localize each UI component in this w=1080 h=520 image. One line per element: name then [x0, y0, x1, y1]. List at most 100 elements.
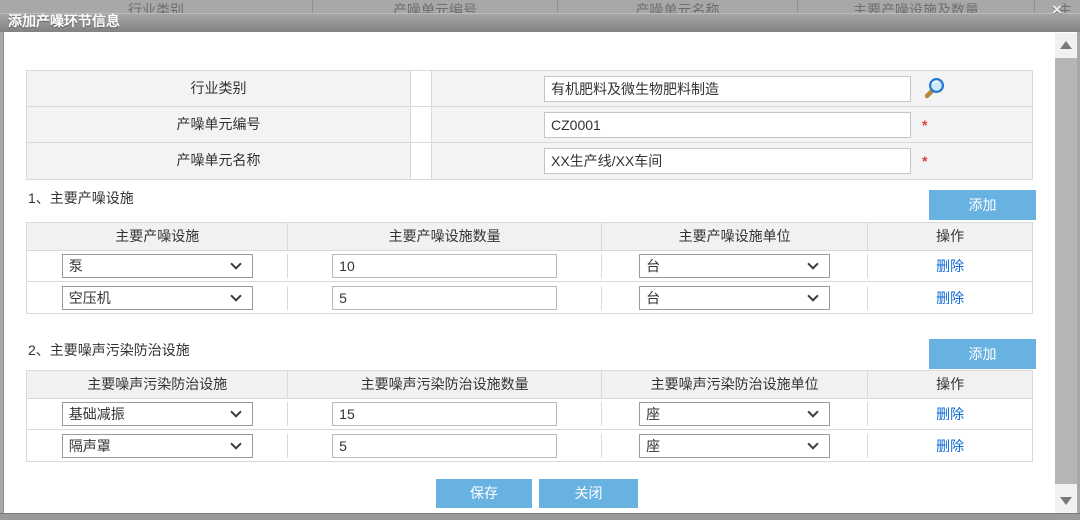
facility-select[interactable]: 泵 [62, 254, 253, 278]
delete-link[interactable]: 删除 [936, 436, 964, 456]
form-row-unit-name: 产噪单元名称 * [27, 143, 1032, 179]
facility-quantity-input[interactable] [332, 286, 557, 310]
facility-cell: 隔声罩 [27, 434, 288, 458]
action-cell: 删除 [868, 288, 1032, 308]
section2-title: 2、主要噪声污染防治设施 [28, 340, 190, 360]
background-column-header: 产噪单元编号 [313, 0, 558, 14]
form-value-cell: * [432, 143, 1032, 179]
control-quantity-input[interactable] [332, 402, 557, 426]
form-row-unit-code: 产噪单元编号 * [27, 107, 1032, 143]
facility-cell: 基础减振 [27, 402, 288, 426]
form-spacer [411, 107, 432, 142]
industry-category-input[interactable] [544, 76, 911, 102]
unit-select[interactable]: 台 [639, 254, 830, 278]
form-spacer [411, 143, 432, 179]
modal-titlebar: 添加产噪环节信息 [0, 13, 1080, 32]
control-facility-select-value: 隔声罩 [63, 436, 232, 456]
chevron-down-icon [230, 406, 241, 417]
unit-select[interactable]: 座 [639, 434, 830, 458]
modal-title: 添加产噪环节信息 [8, 11, 120, 31]
chevron-down-icon [807, 258, 818, 269]
action-cell: 删除 [868, 404, 1032, 424]
form-value-cell [432, 71, 1032, 106]
facility-select-value: 泵 [63, 256, 232, 276]
table-row: 隔声罩 座 删除 [27, 430, 1032, 461]
table-header-row: 主要噪声污染防治设施 主要噪声污染防治设施数量 主要噪声污染防治设施单位 操作 [27, 371, 1032, 399]
control-facility-select[interactable]: 隔声罩 [62, 434, 253, 458]
background-column-header: 产噪单元名称 [558, 0, 798, 14]
unit-cell: 座 [602, 434, 868, 458]
arrow-up-icon [1060, 41, 1072, 49]
unit-select-value: 台 [640, 256, 809, 276]
table-row: 空压机 台 删除 [27, 282, 1032, 313]
facility-select-value: 空压机 [63, 288, 232, 308]
table-row: 泵 台 删除 [27, 251, 1032, 282]
unit-select-value: 座 [640, 436, 809, 456]
column-header: 主要噪声污染防治设施 [27, 371, 288, 398]
section2-add-button[interactable]: 添加 [929, 339, 1036, 369]
quantity-cell [288, 434, 601, 458]
unit-select-value: 座 [640, 404, 809, 424]
delete-link[interactable]: 删除 [936, 256, 964, 276]
delete-link[interactable]: 删除 [936, 288, 964, 308]
required-asterisk: * [922, 153, 927, 169]
save-button[interactable]: 保存 [436, 479, 532, 508]
unit-cell: 台 [602, 254, 868, 278]
chevron-down-icon [807, 290, 818, 301]
column-header: 操作 [868, 371, 1032, 398]
unit-code-label: 产噪单元编号 [27, 107, 411, 142]
scroll-down-button[interactable] [1055, 489, 1077, 513]
background-table-header: 行业类别 产噪单元编号 产噪单元名称 主要产噪设施及数量 主 [0, 0, 1080, 14]
unit-select[interactable]: 座 [639, 402, 830, 426]
chevron-down-icon [807, 438, 818, 449]
delete-link[interactable]: 删除 [936, 404, 964, 424]
chevron-down-icon [230, 290, 241, 301]
background-column-header: 主要产噪设施及数量 [798, 0, 1035, 14]
unit-info-form: 行业类别 产噪单元编号 [26, 70, 1033, 180]
modal-bottom-edge [0, 513, 1080, 520]
noise-control-facility-table: 主要噪声污染防治设施 主要噪声污染防治设施数量 主要噪声污染防治设施单位 操作 … [26, 370, 1033, 462]
vertical-scrollbar[interactable] [1055, 33, 1077, 513]
scroll-up-button[interactable] [1055, 33, 1077, 57]
unit-name-label: 产噪单元名称 [27, 143, 411, 179]
facility-select[interactable]: 空压机 [62, 286, 253, 310]
column-header: 主要产噪设施单位 [602, 223, 868, 250]
arrow-down-icon [1060, 497, 1072, 505]
unit-select-value: 台 [640, 288, 809, 308]
unit-code-input[interactable] [544, 112, 911, 138]
form-spacer [411, 71, 432, 106]
facility-cell: 泵 [27, 254, 288, 278]
column-header: 主要噪声污染防治设施数量 [288, 371, 601, 398]
column-header: 主要噪声污染防治设施单位 [602, 371, 868, 398]
screen: 行业类别 产噪单元编号 产噪单元名称 主要产噪设施及数量 主 添加产噪环节信息 … [0, 0, 1080, 520]
close-button[interactable]: 关闭 [539, 479, 638, 508]
chevron-down-icon [230, 258, 241, 269]
facility-cell: 空压机 [27, 286, 288, 310]
column-header: 操作 [868, 223, 1032, 250]
modal-body: 行业类别 产噪单元编号 [3, 32, 1077, 513]
control-quantity-input[interactable] [332, 434, 557, 458]
form-row-industry: 行业类别 [27, 71, 1032, 107]
industry-category-label: 行业类别 [27, 71, 411, 106]
facility-quantity-input[interactable] [332, 254, 557, 278]
scrollbar-thumb[interactable] [1055, 58, 1077, 484]
chevron-down-icon [807, 406, 818, 417]
search-icon[interactable] [922, 77, 946, 101]
unit-select[interactable]: 台 [639, 286, 830, 310]
section1-title: 1、主要产噪设施 [28, 188, 134, 208]
chevron-down-icon [230, 438, 241, 449]
noise-facility-table: 主要产噪设施 主要产噪设施数量 主要产噪设施单位 操作 泵 台 [26, 222, 1033, 314]
action-cell: 删除 [868, 256, 1032, 276]
action-cell: 删除 [868, 436, 1032, 456]
section1-add-button[interactable]: 添加 [929, 190, 1036, 220]
required-asterisk: * [922, 117, 927, 133]
column-header: 主要产噪设施数量 [288, 223, 601, 250]
form-value-cell: * [432, 107, 1032, 142]
unit-name-input[interactable] [544, 148, 911, 174]
table-header-row: 主要产噪设施 主要产噪设施数量 主要产噪设施单位 操作 [27, 223, 1032, 251]
control-facility-select-value: 基础减振 [63, 404, 232, 424]
unit-cell: 座 [602, 402, 868, 426]
close-icon[interactable]: × [1048, 2, 1066, 20]
quantity-cell [288, 254, 601, 278]
control-facility-select[interactable]: 基础减振 [62, 402, 253, 426]
